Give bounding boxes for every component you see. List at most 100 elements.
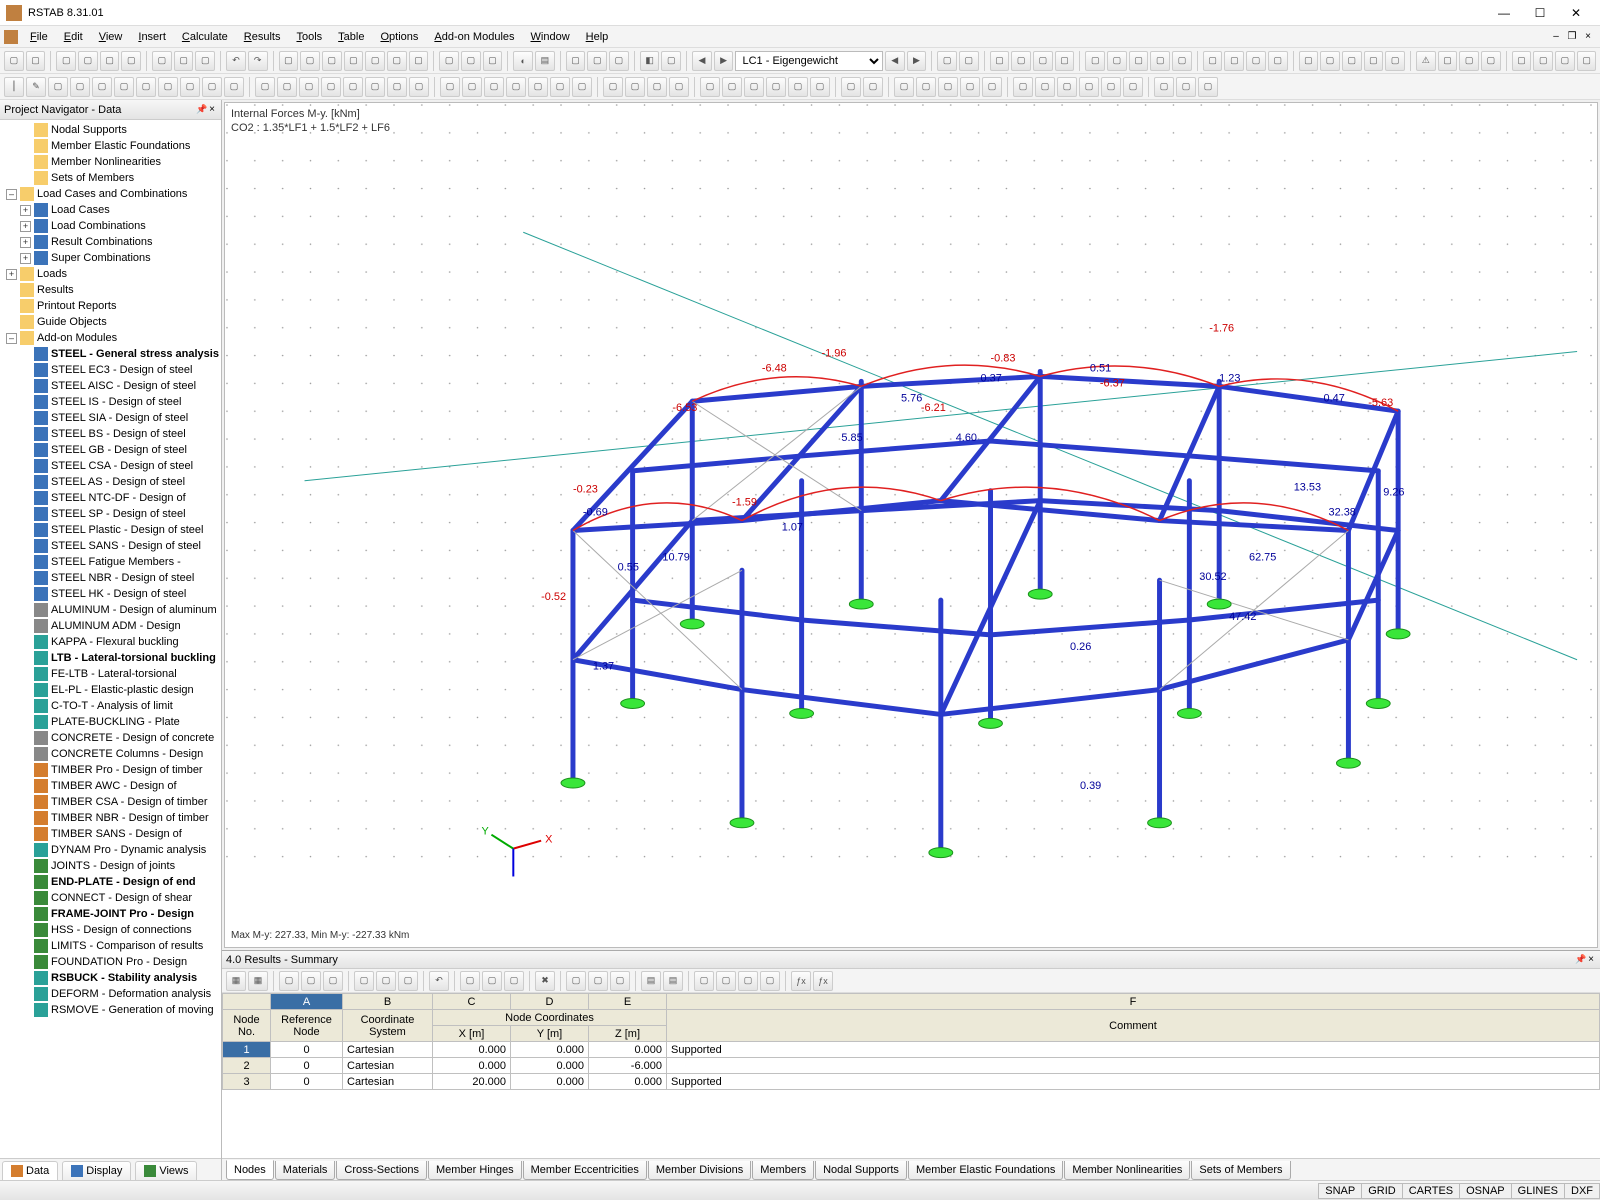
toolbar-button[interactable]: ↶ (226, 51, 246, 71)
toolbar-button[interactable]: ▢ (1035, 77, 1055, 97)
toolbar-button[interactable]: ▢ (1055, 51, 1075, 71)
tree-item[interactable]: +Result Combinations (18, 234, 221, 250)
tree-item[interactable]: STEEL NBR - Design of steel (18, 570, 221, 586)
toolbar-button[interactable]: ▢ (744, 77, 764, 97)
toolbar-button[interactable]: ▦ (248, 971, 268, 991)
toolbar-button[interactable]: ▢ (1154, 77, 1174, 97)
results-tab-member-elastic-foundations[interactable]: Member Elastic Foundations (908, 1161, 1063, 1180)
tree-item[interactable]: STEEL NTC-DF - Design of (18, 490, 221, 506)
model-viewport[interactable]: Internal Forces M-y. [kNm] CO2 : 1.35*LF… (224, 102, 1598, 948)
results-tab-member-eccentricities[interactable]: Member Eccentricities (523, 1161, 647, 1180)
toolbar-button[interactable]: ▢ (1011, 51, 1031, 71)
toolbar-button[interactable]: ▢ (224, 77, 244, 97)
toolbar-button[interactable]: ▢ (916, 77, 936, 97)
toolbar-button[interactable]: ▢ (461, 51, 481, 71)
toolbar-button[interactable]: ▢ (70, 77, 90, 97)
toolbar-button[interactable]: ▢ (959, 51, 979, 71)
toolbar-button[interactable]: ▢ (343, 77, 363, 97)
results-tab-nodes[interactable]: Nodes (226, 1160, 274, 1180)
tree-item[interactable]: KAPPA - Flexural buckling (18, 634, 221, 650)
toolbar-button[interactable]: ▢ (460, 971, 480, 991)
toolbar-button[interactable]: ▢ (572, 77, 592, 97)
results-tab-members[interactable]: Members (752, 1161, 814, 1180)
results-tab-member-nonlinearities[interactable]: Member Nonlinearities (1064, 1161, 1190, 1180)
toolbar-button[interactable]: ▢ (566, 51, 586, 71)
toolbar-button[interactable]: ▢ (1172, 51, 1192, 71)
tree-item[interactable]: FE-LTB - Lateral-torsional (18, 666, 221, 682)
tree-item[interactable]: +Loads (4, 266, 221, 282)
toolbar-button[interactable]: ƒx (813, 971, 833, 991)
tree-item[interactable]: RSBUCK - Stability analysis (18, 970, 221, 986)
grid-row[interactable]: 20Cartesian0.0000.000-6.000 (223, 1058, 1600, 1074)
tree-item[interactable]: STEEL SP - Design of steel (18, 506, 221, 522)
toolbar-button[interactable]: ▢ (841, 77, 861, 97)
toolbar-button[interactable]: ▢ (323, 971, 343, 991)
toolbar-button[interactable]: ▢ (462, 77, 482, 97)
toolbar-button[interactable]: ▢ (1224, 51, 1244, 71)
toolbar-button[interactable]: ↷ (248, 51, 268, 71)
toolbar-button[interactable]: ▢ (1481, 51, 1501, 71)
toolbar-button[interactable]: ▢ (1299, 51, 1319, 71)
toolbar-button[interactable]: ▢ (174, 51, 194, 71)
menu-table[interactable]: Table (330, 29, 372, 45)
toolbar-button[interactable]: ▢ (354, 971, 374, 991)
tree-item[interactable]: STEEL AISC - Design of steel (18, 378, 221, 394)
grid-row[interactable]: 30Cartesian20.0000.0000.000Supported (223, 1074, 1600, 1090)
menu-options[interactable]: Options (372, 29, 426, 45)
navigator-close[interactable]: × (207, 104, 217, 115)
toolbar-button[interactable]: ▢ (398, 971, 418, 991)
toolbar-button[interactable]: ▢ (92, 77, 112, 97)
toolbar-button[interactable]: ▢ (716, 971, 736, 991)
toolbar-button[interactable]: ▢ (738, 971, 758, 991)
toolbar-button[interactable]: ▢ (1385, 51, 1405, 71)
tree-item[interactable]: STEEL Fatigue Members - (18, 554, 221, 570)
toolbar-button[interactable]: ▢ (938, 77, 958, 97)
toolbar-button[interactable]: ⚠ (1416, 51, 1436, 71)
toolbar-button[interactable]: ▤ (641, 971, 661, 991)
toolbar-button[interactable]: ▢ (661, 51, 681, 71)
toolbar-button[interactable]: ▢ (1364, 51, 1384, 71)
tree-item[interactable]: CONCRETE Columns - Design (18, 746, 221, 762)
toolbar-button[interactable]: ▢ (152, 51, 172, 71)
toolbar-button[interactable]: ▢ (1176, 77, 1196, 97)
toolbar-button[interactable]: ▢ (937, 51, 957, 71)
tree-item[interactable]: Guide Objects (4, 314, 221, 330)
results-tab-materials[interactable]: Materials (275, 1161, 336, 1180)
tree-item[interactable]: Sets of Members (18, 170, 221, 186)
tree-item[interactable]: +Load Combinations (18, 218, 221, 234)
tree-item[interactable]: STEEL EC3 - Design of steel (18, 362, 221, 378)
toolbar-button[interactable]: ▢ (1198, 77, 1218, 97)
toolbar-button[interactable]: ▢ (387, 77, 407, 97)
toolbar-button[interactable]: ▢ (1459, 51, 1479, 71)
navigator-tree[interactable]: Nodal SupportsMember Elastic Foundations… (0, 120, 221, 1158)
toolbar-button[interactable]: ▶ (907, 51, 927, 71)
toolbar-button[interactable]: ▢ (760, 971, 780, 991)
toolbar-button[interactable]: ▢ (1079, 77, 1099, 97)
close-button[interactable]: ✕ (1558, 2, 1594, 24)
toolbar-button[interactable]: ▢ (528, 77, 548, 97)
toolbar-button[interactable]: ▢ (26, 51, 46, 71)
menu-add-on-modules[interactable]: Add-on Modules (426, 29, 522, 45)
toolbar-button[interactable]: ▦ (226, 971, 246, 991)
toolbar-button[interactable]: ▢ (810, 77, 830, 97)
toolbar-button[interactable]: ▢ (484, 77, 504, 97)
nav-tab-display[interactable]: Display (62, 1161, 131, 1180)
toolbar-button[interactable]: ▢ (566, 971, 586, 991)
toolbar-button[interactable]: ▢ (299, 77, 319, 97)
menu-calculate[interactable]: Calculate (174, 29, 236, 45)
toolbar-button[interactable]: ▢ (1577, 51, 1597, 71)
tree-item[interactable]: FOUNDATION Pro - Design (18, 954, 221, 970)
toolbar-button[interactable]: ◀ (692, 51, 712, 71)
toolbar-button[interactable]: ▢ (409, 51, 429, 71)
toolbar-button[interactable]: ▢ (365, 77, 385, 97)
tree-item[interactable]: TIMBER SANS - Design of (18, 826, 221, 842)
toolbar-button[interactable]: ▢ (301, 971, 321, 991)
results-tab-cross-sections[interactable]: Cross-Sections (336, 1161, 427, 1180)
tree-item[interactable]: STEEL - General stress analysis (18, 346, 221, 362)
menu-file[interactable]: File (22, 29, 56, 45)
tree-item[interactable]: C-TO-T - Analysis of limit (18, 698, 221, 714)
toolbar-button[interactable]: ▢ (439, 51, 459, 71)
tree-item[interactable]: PLATE-BUCKLING - Plate (18, 714, 221, 730)
tree-item[interactable]: LTB - Lateral-torsional buckling (18, 650, 221, 666)
toolbar-button[interactable]: ▢ (321, 77, 341, 97)
